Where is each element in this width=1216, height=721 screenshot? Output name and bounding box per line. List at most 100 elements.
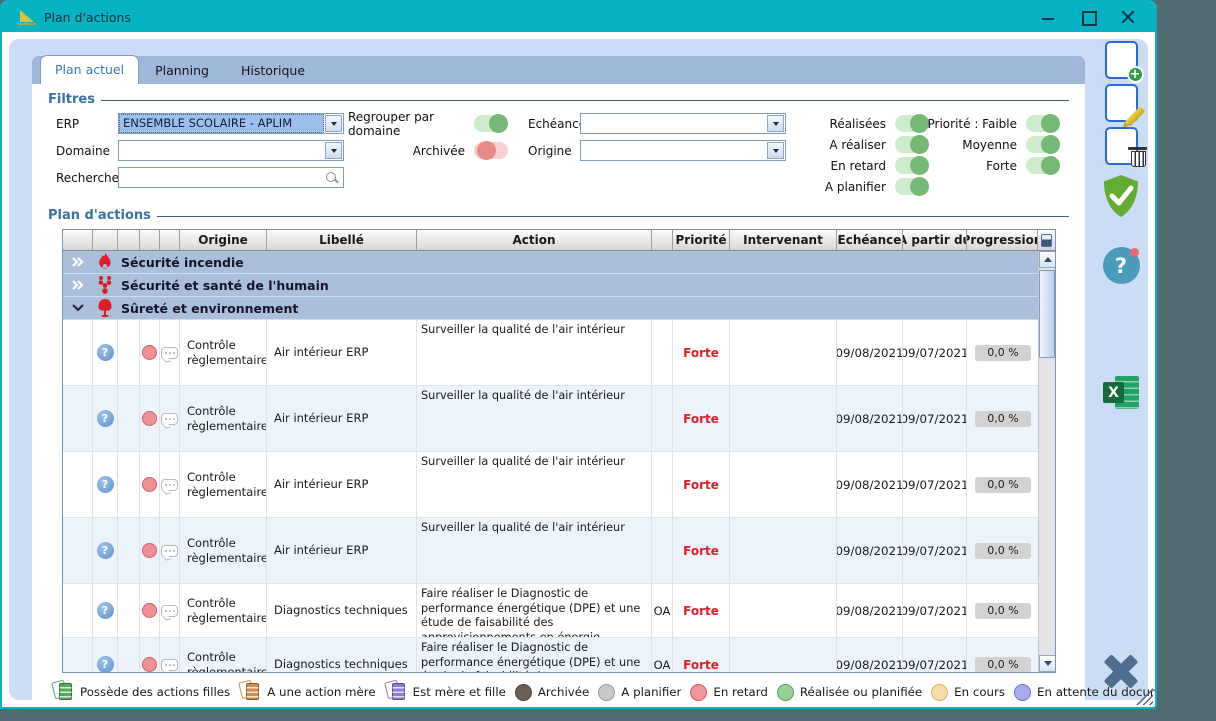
export-excel-button[interactable]: X (1103, 376, 1139, 409)
help-button[interactable]: ? (1103, 247, 1140, 284)
scrollbar-thumb[interactable] (1039, 270, 1055, 358)
legend-label: A une action mère (267, 685, 375, 699)
legend-item: A une action mère (239, 681, 375, 703)
late-status-icon (142, 657, 157, 672)
filters-area: ERP ENSEMBLE SCOLAIRE - APLIM Domaine (48, 113, 1069, 208)
toggle-forte[interactable] (1026, 157, 1060, 174)
dropdown-arrow-icon[interactable] (325, 115, 342, 132)
header-echeance[interactable]: Echéance (837, 230, 903, 251)
search-icon[interactable] (325, 171, 339, 185)
validate-button[interactable] (1100, 174, 1142, 221)
group-row-securite-incendie[interactable]: Sécurité incendie (63, 251, 1040, 274)
legend-label: En cours (954, 685, 1005, 699)
table-row[interactable]: ? Contrôle règlementaire Diagnostics tec… (63, 584, 1040, 638)
title-bar[interactable]: Plan d'actions (2, 2, 1155, 32)
minimize-button[interactable] (1041, 10, 1055, 24)
domaine-select[interactable] (118, 140, 344, 161)
help-icon[interactable]: ? (97, 344, 114, 361)
tab-planning[interactable]: Planning (139, 58, 225, 84)
toggle-knob (1041, 114, 1060, 133)
header-intervenant[interactable]: Intervenant (730, 230, 837, 251)
chevron-expanded-icon[interactable] (63, 302, 93, 314)
priorite-cell: Forte (673, 452, 730, 517)
header-a-partir-du[interactable]: A partir du (903, 230, 967, 251)
comment-icon[interactable] (161, 347, 178, 359)
intervenant-cell (730, 584, 837, 637)
comment-icon[interactable] (161, 545, 178, 557)
table-row[interactable]: ? Contrôle règlementaire Diagnostics tec… (63, 638, 1040, 672)
table-row[interactable]: ? Contrôle règlementaire Air intérieur E… (63, 452, 1040, 518)
maximize-button[interactable] (1081, 10, 1095, 24)
legend-label: A planifier (621, 685, 681, 699)
erp-selected-value: ENSEMBLE SCOLAIRE - APLIM (119, 114, 324, 133)
action-cell: Faire réaliser le Diagnostic de performa… (417, 584, 652, 637)
table-row[interactable]: ? Contrôle règlementaire Air intérieur E… (63, 320, 1040, 386)
delete-action-button[interactable] (1105, 127, 1138, 165)
origine-select[interactable] (580, 140, 786, 161)
status-toggle-group: RéaliséesA réaliserEn retardA planifier (779, 113, 929, 197)
late-status-icon (142, 411, 157, 426)
help-icon[interactable]: ? (97, 602, 114, 619)
vertical-scrollbar[interactable] (1038, 251, 1055, 672)
help-icon[interactable]: ? (97, 410, 114, 427)
legend-item: En retard (690, 684, 768, 701)
table-header: Origine Libellé Action Priorité Interven… (63, 230, 1055, 251)
archivee-circle-icon (515, 684, 532, 701)
progression-bar: 0,0 % (975, 477, 1031, 493)
new-action-button[interactable]: + (1105, 41, 1138, 79)
group-row-securite-sante-humain[interactable]: Sécurité et santé de l'humain (63, 274, 1040, 297)
toggle-regrouper-par-domaine[interactable] (474, 115, 508, 132)
scrollbar-down-icon[interactable] (1039, 655, 1055, 672)
scrollbar-up-icon[interactable] (1039, 251, 1055, 268)
tab-historique[interactable]: Historique (225, 58, 321, 84)
app-sail-icon (20, 10, 34, 22)
edit-action-button[interactable] (1105, 84, 1138, 122)
toggle-archivee[interactable] (474, 142, 508, 159)
toggle-knob (910, 177, 929, 196)
header-priorite[interactable]: Priorité (673, 230, 730, 251)
origine-filter-label: Origine (528, 144, 580, 158)
help-icon[interactable]: ? (97, 476, 114, 493)
legend-item: Possède des actions filles (52, 681, 230, 703)
docs-orange-icon (239, 681, 261, 703)
action-cell: Surveiller la qualité de l'air intérieur (417, 452, 652, 517)
intervenant-cell (730, 452, 837, 517)
toggle-moyenne[interactable] (1026, 136, 1060, 153)
intervenant-cell (730, 638, 837, 672)
moyenne-label: Moyenne (962, 138, 1017, 152)
header-action[interactable]: Action (417, 230, 652, 251)
legend-label: En retard (713, 685, 768, 699)
toggle-a-planifier[interactable] (895, 178, 929, 195)
a-partir-du-cell: 09/07/2021 (903, 584, 967, 637)
chevron-collapsed-icon[interactable] (63, 256, 93, 268)
tab-plan-actuel[interactable]: Plan actuel (40, 55, 139, 84)
close-panel-button[interactable] (1100, 650, 1142, 692)
erp-select[interactable]: ENSEMBLE SCOLAIRE - APLIM (118, 113, 344, 134)
people-icon (93, 275, 117, 295)
chevron-collapsed-icon[interactable] (63, 279, 93, 291)
legend-label: Possède des actions filles (80, 685, 230, 699)
comment-icon[interactable] (161, 413, 178, 425)
help-icon[interactable]: ? (97, 542, 114, 559)
toggle-priorite-faible[interactable] (1026, 115, 1060, 132)
column-options-icon[interactable] (1041, 234, 1052, 247)
search-input[interactable] (123, 171, 325, 185)
close-window-button[interactable] (1121, 10, 1135, 24)
shield-check-icon (1100, 174, 1142, 218)
a-realiser-label: A réaliser (829, 138, 886, 152)
table-row[interactable]: ? Contrôle règlementaire Air intérieur E… (63, 518, 1040, 584)
origine-cell: Contrôle règlementaire (180, 320, 267, 385)
header-origine[interactable]: Origine (180, 230, 267, 251)
echeance-select[interactable] (580, 113, 786, 134)
header-libelle[interactable]: Libellé (267, 230, 417, 251)
comment-icon[interactable] (161, 659, 178, 671)
libelle-cell: Diagnostics techniques (267, 638, 417, 672)
group-row-surete-environnement[interactable]: Sûreté et environnement (63, 297, 1040, 320)
comment-icon[interactable] (161, 479, 178, 491)
comment-icon[interactable] (161, 605, 178, 617)
table-row[interactable]: ? Contrôle règlementaire Air intérieur E… (63, 386, 1040, 452)
help-icon[interactable]: ? (97, 656, 114, 672)
header-progression[interactable]: Progression (967, 230, 1038, 251)
dropdown-arrow-icon[interactable] (325, 142, 342, 159)
en-attente-du-document-de-validation-circle-icon (1014, 684, 1031, 701)
